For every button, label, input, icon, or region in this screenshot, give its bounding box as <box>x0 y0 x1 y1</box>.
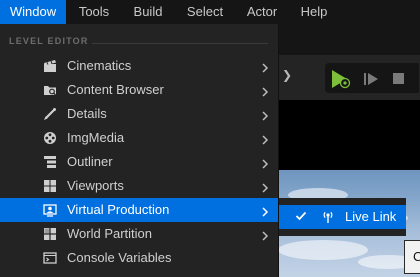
section-divider <box>92 43 268 44</box>
play-in-editor-icon[interactable] <box>330 69 352 92</box>
menu-tools[interactable]: Tools <box>70 0 118 24</box>
viewport-tooltip: C <box>404 240 420 274</box>
section-header-level-editor: LEVEL EDITOR <box>9 36 89 46</box>
chevron-right-icon <box>261 181 269 193</box>
chevron-right-icon <box>261 157 269 169</box>
window-menu-dropdown: LEVEL EDITOR Cinematics Content Browser … <box>0 24 279 277</box>
film-reel-icon <box>43 131 57 145</box>
menu-item-outliner[interactable]: Outliner <box>0 150 278 174</box>
menu-window[interactable]: Window <box>0 0 66 24</box>
editor-window: ❯ C Window Tools Build Select Actor Help… <box>0 0 420 277</box>
menu-item-label: Cinematics <box>67 58 132 73</box>
live-link-icon <box>321 210 335 227</box>
virtual-production-icon <box>43 203 57 217</box>
menu-item-viewports[interactable]: Viewports <box>0 174 278 198</box>
outliner-tree-icon <box>43 155 57 169</box>
menu-item-console-variables[interactable]: Console Variables <box>0 246 278 270</box>
menu-item-details[interactable]: Details <box>0 102 278 126</box>
tooltip-text: C <box>413 249 420 264</box>
main-menu-bar: Window Tools Build Select Actor Help <box>0 0 420 24</box>
clapperboard-icon <box>43 59 57 73</box>
menu-item-label: Details <box>67 106 107 121</box>
edit-brush-icon <box>43 107 57 121</box>
folder-search-icon <box>43 83 57 97</box>
world-partition-icon <box>43 227 57 241</box>
menu-item-label: ImgMedia <box>67 130 125 145</box>
menu-item-world-partition[interactable]: World Partition <box>0 222 278 246</box>
viewport-header-area <box>278 100 420 170</box>
menu-item-imgmedia[interactable]: ImgMedia <box>0 126 278 150</box>
chevron-right-icon <box>261 85 269 97</box>
chevron-right-icon <box>261 229 269 241</box>
chevron-right-icon <box>261 133 269 145</box>
submenu-item-live-link[interactable]: Live Link <box>279 205 406 229</box>
viewports-grid-icon <box>43 179 57 193</box>
menu-item-content-browser[interactable]: Content Browser <box>0 78 278 102</box>
menu-actor[interactable]: Actor <box>240 0 284 24</box>
checkmark-icon <box>295 210 307 225</box>
menu-item-label: Console Variables <box>67 250 172 265</box>
menu-item-virtual-production[interactable]: Virtual Production <box>0 198 278 222</box>
console-icon <box>43 251 57 265</box>
toolbar-dropdown-icon[interactable]: ❯ <box>282 68 292 82</box>
submenu-item-label: Live Link <box>345 209 397 224</box>
menu-item-label: World Partition <box>67 226 153 241</box>
menu-item-label: Virtual Production <box>67 202 170 217</box>
chevron-right-icon <box>261 61 269 73</box>
skip-forward-icon[interactable] <box>363 72 379 89</box>
menu-help[interactable]: Help <box>293 0 335 24</box>
menu-item-label: Viewports <box>67 178 124 193</box>
menu-item-cinematics[interactable]: Cinematics <box>0 54 278 78</box>
play-controls <box>325 63 419 93</box>
menu-select[interactable]: Select <box>180 0 230 24</box>
virtual-production-submenu: Live Link <box>279 198 406 236</box>
menu-item-label: Outliner <box>67 154 113 169</box>
chevron-right-icon <box>261 205 269 217</box>
level-editor-toolbar: ❯ <box>278 55 420 100</box>
stop-icon[interactable] <box>393 73 404 84</box>
menu-item-label: Content Browser <box>67 82 164 97</box>
chevron-right-icon <box>261 109 269 121</box>
menu-build[interactable]: Build <box>125 0 171 24</box>
